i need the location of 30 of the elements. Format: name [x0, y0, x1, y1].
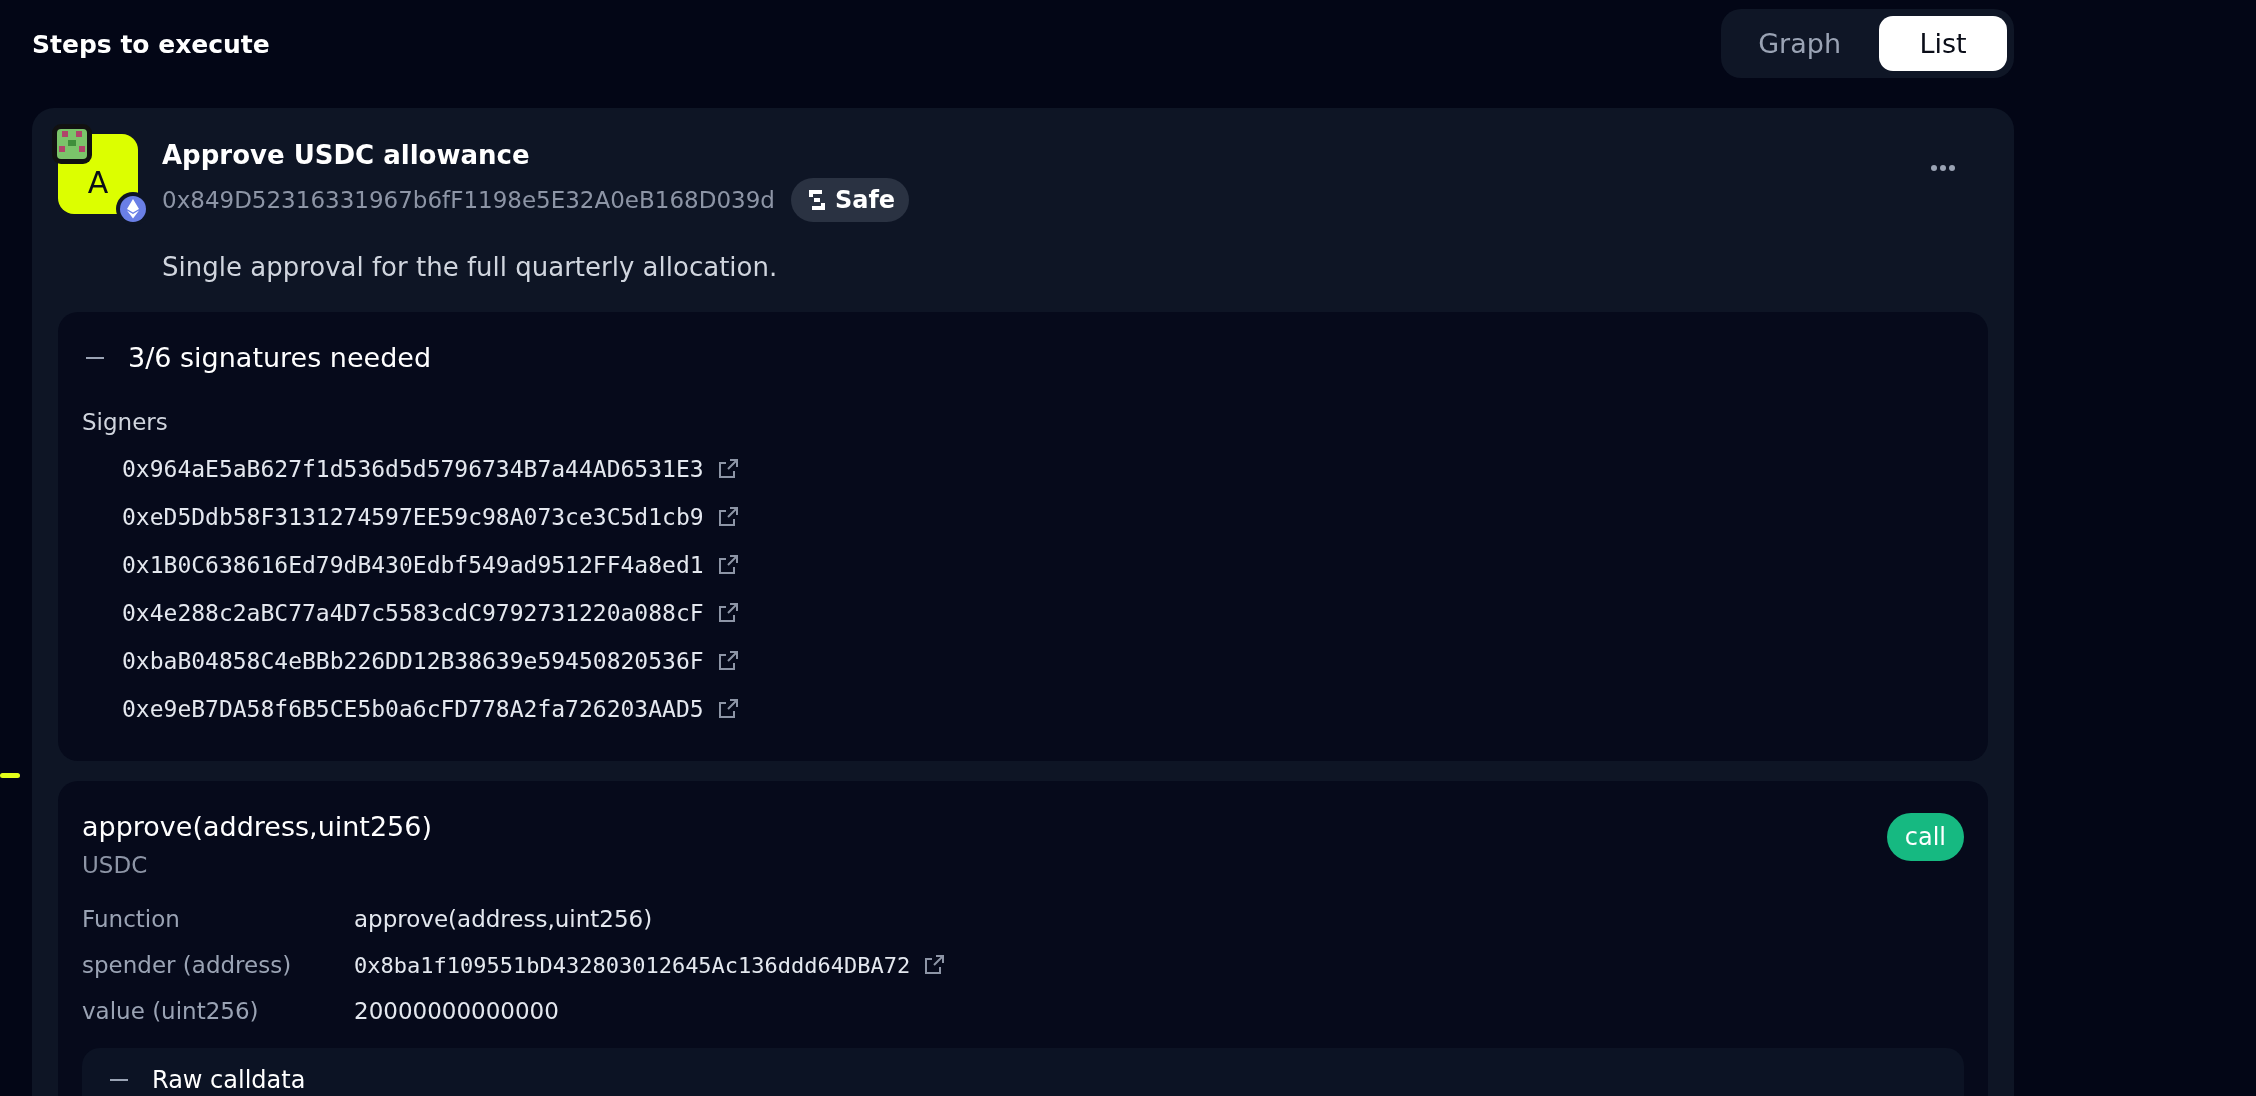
- progress-marker: [0, 773, 20, 778]
- function-signature: approve(address,uint256): [82, 811, 432, 842]
- param-value: approve(address,uint256): [354, 906, 654, 932]
- contract-name: USDC: [82, 852, 149, 878]
- safe-address: 0x849D52316331967b6fF1198e5E32A0eB168D039d: [162, 187, 775, 213]
- step-description: Single approval for the full quarterly allocation.: [162, 252, 779, 282]
- param-address: 0x8ba1f109551bD432803012645Ac136ddd64DBA72: [354, 952, 1964, 978]
- param-label: Function: [82, 906, 181, 932]
- more-options-icon[interactable]: [1930, 164, 1956, 172]
- signer-address: 0x1B0C638616Ed79dB430Edbf549ad9512FF4a8ed1: [122, 552, 704, 578]
- step-title: Approve USDC allowance: [162, 140, 531, 170]
- section-title: Steps to execute: [32, 29, 270, 59]
- pixel-avatar-icon: [52, 124, 92, 164]
- signer-address: 0x964aE5aB627f1d536d5d5796734B7a44AD6531E3: [122, 456, 704, 482]
- param-value: 20000000000000: [354, 998, 560, 1024]
- signer-address: 0xe9eB7DA58f6B5CE5b0a6cFD778A2fa726203AAD5: [122, 696, 704, 722]
- signatures-toggle[interactable]: 3/6 signatures needed: [82, 342, 1964, 373]
- safe-badge: Safe: [790, 178, 910, 222]
- signer-address: 0xeD5Ddb58F3131274597EE59c98A073ce3C5d1cb9: [122, 504, 704, 530]
- signers-label: Signers: [82, 409, 169, 435]
- param-label: value (uint256): [82, 998, 260, 1024]
- call-tag: call: [1886, 813, 1964, 861]
- param-label: spender (address): [82, 952, 293, 978]
- signer-address: 0x4e288c2aBC77a4D7c5583cdC9792731220a088cF: [122, 600, 704, 626]
- view-tab[interactable]: Graph: [1728, 15, 1871, 71]
- collapse-icon: [86, 356, 104, 359]
- external-link-icon[interactable]: [922, 953, 947, 977]
- raw-calldata-toggle[interactable]: Raw calldata: [106, 1066, 306, 1094]
- view-tab[interactable]: List: [1879, 15, 2007, 71]
- signer-address: 0xbaB04858C4eBBb226DD12B38639e59450820536F: [122, 648, 704, 674]
